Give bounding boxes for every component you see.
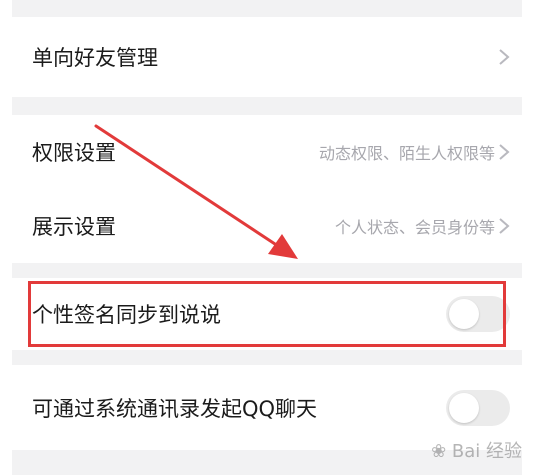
toggle-knob xyxy=(449,392,479,423)
permissions-value: 动态权限、陌生人权限等 xyxy=(318,144,495,163)
section-separator-2 xyxy=(12,263,522,278)
display-value: 个人状态、会员身份等 xyxy=(334,218,495,237)
permissions-row[interactable]: 权限设置 动态权限、陌生人权限等 xyxy=(12,115,522,189)
one-way-friends-row[interactable]: 单向好友管理 xyxy=(12,17,522,97)
display-row[interactable]: 展示设置 个人状态、会员身份等 xyxy=(12,189,522,263)
contacts-chat-toggle[interactable] xyxy=(446,389,510,426)
contacts-chat-label: 可通过系统通讯录发起QQ聊天 xyxy=(32,396,318,421)
baidu-watermark: ❀ Bai 经验 xyxy=(431,437,522,463)
section-separator-3 xyxy=(12,350,522,365)
paw-icon: ❀ xyxy=(431,441,447,462)
section-separator-1 xyxy=(12,97,522,115)
top-separator xyxy=(12,0,522,17)
chevron-right-icon xyxy=(499,218,510,234)
permissions-label: 权限设置 xyxy=(32,141,116,165)
highlight-box xyxy=(28,281,506,347)
watermark-text: Bai 经验 xyxy=(451,441,522,462)
one-way-friends-label: 单向好友管理 xyxy=(32,46,158,70)
display-label: 展示设置 xyxy=(32,215,116,239)
chevron-right-icon xyxy=(499,144,510,160)
chevron-right-icon xyxy=(499,49,510,65)
